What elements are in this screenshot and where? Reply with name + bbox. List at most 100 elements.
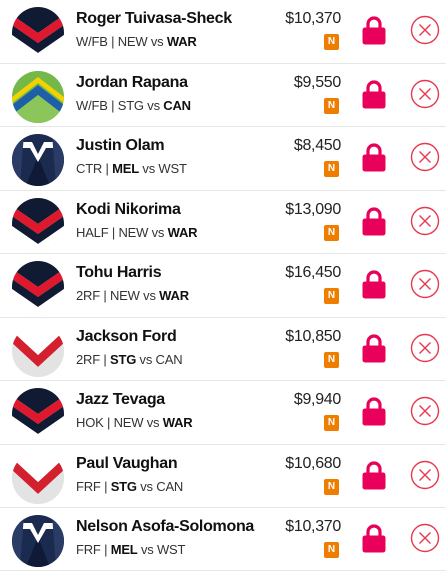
lock-icon[interactable] [361, 142, 387, 172]
remove-icon[interactable] [410, 396, 440, 426]
lock-icon[interactable] [361, 523, 387, 553]
jersey-avatar [12, 388, 64, 440]
jersey-avatar [12, 134, 64, 186]
player-name: Nelson Asofa-Solomona [76, 518, 255, 535]
remove-icon[interactable] [410, 269, 440, 299]
team-away: WAR [167, 224, 198, 240]
player-meta: 2RF | STG vs CAN [76, 351, 183, 367]
player-price: $10,680 [285, 454, 341, 472]
player-row-1[interactable]: Roger Tuivasa-Sheck W/FB | NEW vs WAR $1… [0, 0, 446, 64]
meta-separator: | [107, 415, 114, 430]
remove-icon[interactable] [410, 460, 440, 490]
player-price: $10,370 [285, 10, 341, 27]
team-home: NEW [118, 224, 149, 240]
remove-icon[interactable] [410, 333, 440, 363]
vs-text: vs [142, 161, 159, 176]
player-row-2[interactable]: Jordan Rapana W/FB | STG vs CAN $9,550 N [0, 63, 446, 127]
lock-icon[interactable] [361, 460, 387, 490]
player-meta: FRF | STG vs CAN [76, 479, 183, 494]
player-row-8[interactable]: Paul Vaughan FRF | STG vs CAN $10,680 N [0, 444, 446, 508]
jersey-avatar [12, 70, 64, 123]
player-meta: HALF | NEW vs WAR [76, 224, 198, 240]
player-row-4[interactable]: Kodi Nikorima HALF | NEW vs WAR $13,090 … [0, 190, 446, 254]
lock-icon[interactable] [361, 206, 387, 236]
player-price: $10,850 [285, 327, 341, 345]
meta-separator: | [103, 351, 110, 367]
team-home: MEL [110, 542, 138, 557]
lock-icon[interactable] [361, 269, 387, 299]
lock-icon[interactable] [361, 15, 387, 45]
remove-icon[interactable] [410, 142, 440, 172]
player-meta: 2RF | NEW vs WAR [76, 288, 189, 303]
team-home: STG [109, 351, 137, 367]
remove-icon[interactable] [410, 523, 440, 553]
lock-icon[interactable] [361, 396, 387, 426]
vs-text: vs [139, 351, 156, 367]
player-position: HALF [76, 224, 109, 240]
status-badge: N [324, 224, 339, 241]
player-row-5[interactable]: Tohu Harris 2RF | NEW vs WAR $16,450 N [0, 254, 446, 318]
jersey-avatar [12, 451, 64, 504]
meta-separator: | [104, 542, 111, 557]
player-row-7[interactable]: Jazz Tevaga HOK | NEW vs WAR $9,940 N [0, 381, 446, 445]
team-home: MEL [112, 161, 139, 176]
team-home: STG [110, 478, 137, 494]
lock-icon[interactable] [361, 333, 387, 363]
team-away: WAR [162, 415, 193, 430]
player-name: Jordan Rapana [76, 73, 188, 91]
player-price: $16,450 [285, 264, 341, 281]
team-away: CAN [155, 351, 183, 367]
remove-icon[interactable] [410, 15, 440, 45]
status-badge: N [324, 97, 339, 114]
team-home: STG [117, 97, 144, 113]
jersey-avatar [12, 324, 64, 377]
lock-icon[interactable] [361, 79, 387, 109]
player-row-6[interactable]: Jackson Ford 2RF | STG vs CAN $10,850 N [0, 317, 446, 381]
player-name: Paul Vaughan [76, 454, 178, 472]
status-badge: N [324, 34, 339, 50]
player-position: W/FB [76, 34, 108, 49]
player-position: 2RF [76, 288, 100, 303]
player-position: HOK [76, 415, 104, 430]
player-price: $13,090 [285, 200, 341, 218]
jersey-avatar [12, 197, 64, 250]
player-name: Jazz Tevaga [76, 391, 165, 408]
team-home: NEW [113, 415, 144, 430]
status-badge: N [324, 351, 339, 368]
player-meta: CTR | MEL vs WST [76, 161, 187, 176]
meta-separator: | [111, 34, 118, 49]
jersey-avatar [12, 7, 64, 59]
jersey-avatar [12, 261, 64, 313]
player-name: Tohu Harris [76, 264, 162, 281]
player-price: $8,450 [293, 137, 341, 154]
jersey-avatar [12, 515, 64, 567]
status-badge: N [324, 288, 339, 304]
vs-text: vs [147, 97, 164, 113]
vs-text: vs [140, 478, 157, 494]
remove-icon[interactable] [410, 79, 440, 109]
team-away: CAN [163, 97, 191, 113]
player-meta: W/FB | NEW vs WAR [76, 34, 197, 49]
player-name: Roger Tuivasa-Sheck [76, 10, 232, 27]
team-away: WST [156, 542, 186, 557]
player-row-9[interactable]: Nelson Asofa-Solomona FRF | MEL vs WST $… [0, 508, 446, 571]
vs-text: vs [143, 288, 160, 303]
player-list: Roger Tuivasa-Sheck W/FB | NEW vs WAR $1… [0, 0, 446, 571]
player-name: Justin Olam [76, 137, 165, 154]
vs-text: vs [146, 415, 163, 430]
vs-text: vs [150, 34, 167, 49]
player-price: $9,940 [293, 391, 341, 408]
team-home: NEW [117, 34, 148, 49]
meta-separator: | [111, 97, 118, 113]
team-away: WAR [166, 34, 197, 49]
team-away: WST [158, 161, 187, 176]
meta-separator: | [103, 288, 110, 303]
player-position: FRF [76, 478, 101, 494]
player-meta: W/FB | STG vs CAN [76, 98, 191, 113]
status-badge: N [324, 478, 339, 495]
player-meta: HOK | NEW vs WAR [76, 415, 193, 430]
player-row-3[interactable]: Justin Olam CTR | MEL vs WST $8,450 N [0, 127, 446, 191]
remove-icon[interactable] [410, 206, 440, 236]
team-home: NEW [109, 288, 140, 303]
team-away: WAR [159, 288, 189, 303]
